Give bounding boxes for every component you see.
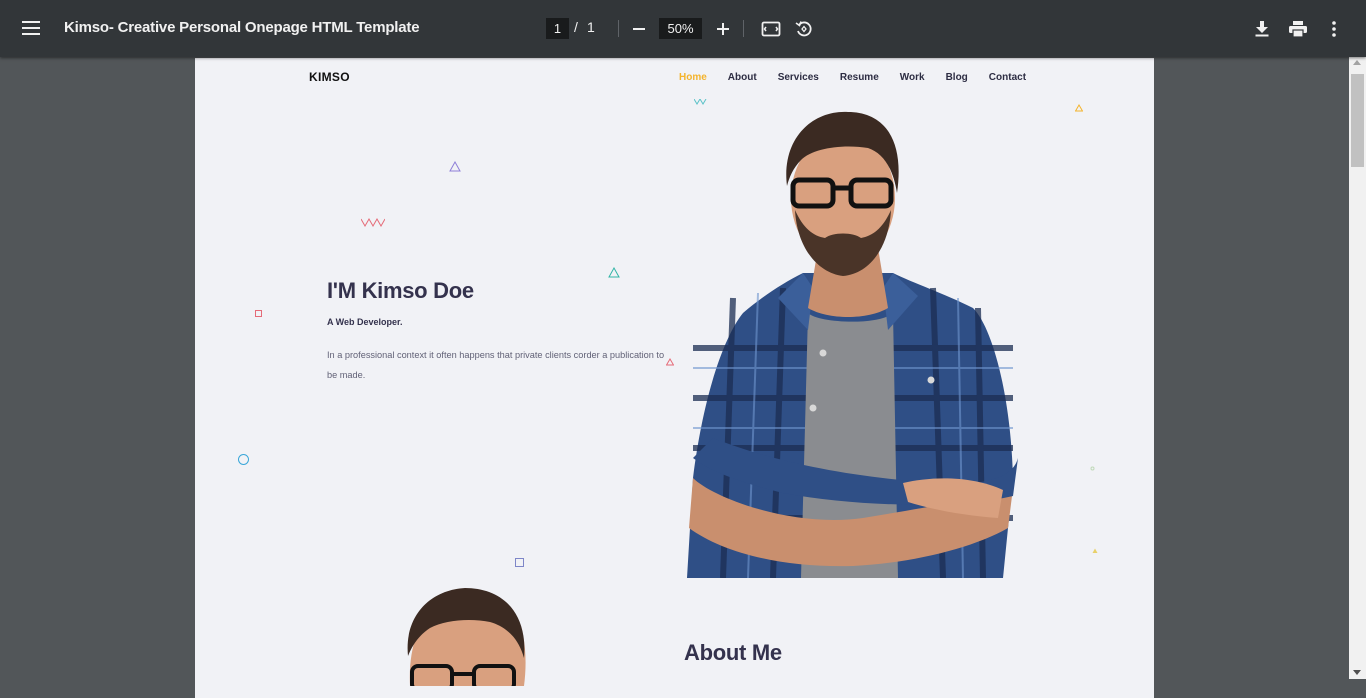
dot-decoration [1090,466,1095,471]
nav-item-about[interactable]: About [728,72,757,83]
triangle-decoration [1075,104,1083,112]
more-options-icon[interactable] [1322,17,1346,41]
triangle-decoration [608,267,620,278]
vertical-scrollbar[interactable] [1349,57,1366,679]
zoom-in-icon[interactable] [711,17,735,41]
document-title: Kimso- Creative Personal Onepage HTML Te… [64,19,420,36]
hero-subtitle: A Web Developer. [327,317,403,327]
download-icon[interactable] [1250,17,1274,41]
nav-item-home[interactable]: Home [679,72,707,83]
nav-item-work[interactable]: Work [900,72,925,83]
triangle-decoration [666,358,674,366]
document-viewport: KIMSO Home About Services Resume Work Bl… [0,57,1366,698]
zigzag-decoration [361,218,385,227]
triangle-decoration [449,161,461,172]
toolbar-divider [618,20,619,37]
nav-item-contact[interactable]: Contact [989,72,1026,83]
page-number-input[interactable]: 1 [546,18,569,39]
nav-item-blog[interactable]: Blog [946,72,968,83]
zoom-out-icon[interactable] [627,17,651,41]
zoom-level-input[interactable]: 50% [659,18,702,39]
pdf-page: KIMSO Home About Services Resume Work Bl… [195,58,1154,698]
hero-title: I'M Kimso Doe [327,278,474,303]
circle-decoration [238,454,249,465]
fit-to-page-icon[interactable] [759,17,783,41]
square-decoration [515,558,524,567]
nav-item-resume[interactable]: Resume [840,72,879,83]
scroll-up-arrow-icon[interactable] [1353,60,1361,65]
pdf-toolbar: Kimso- Creative Personal Onepage HTML Te… [0,0,1366,57]
site-logo[interactable]: KIMSO [309,70,350,84]
scroll-down-arrow-icon[interactable] [1353,670,1361,675]
about-portrait-image [407,588,526,686]
rotate-icon[interactable] [792,17,816,41]
nav-item-services[interactable]: Services [778,72,819,83]
triangle-decoration [1092,548,1098,553]
total-pages: 1 [587,19,595,35]
scrollbar-thumb[interactable] [1351,74,1364,167]
hero-portrait-image [687,111,1018,578]
toolbar-divider [743,20,744,37]
square-decoration [255,310,262,317]
menu-icon[interactable] [22,18,42,38]
hero-description: In a professional context it often happe… [327,350,665,380]
about-section-title: About Me [684,640,782,665]
page-separator: / [574,19,578,35]
print-icon[interactable] [1286,17,1310,41]
site-nav: Home About Services Resume Work Blog Con… [679,72,1047,83]
